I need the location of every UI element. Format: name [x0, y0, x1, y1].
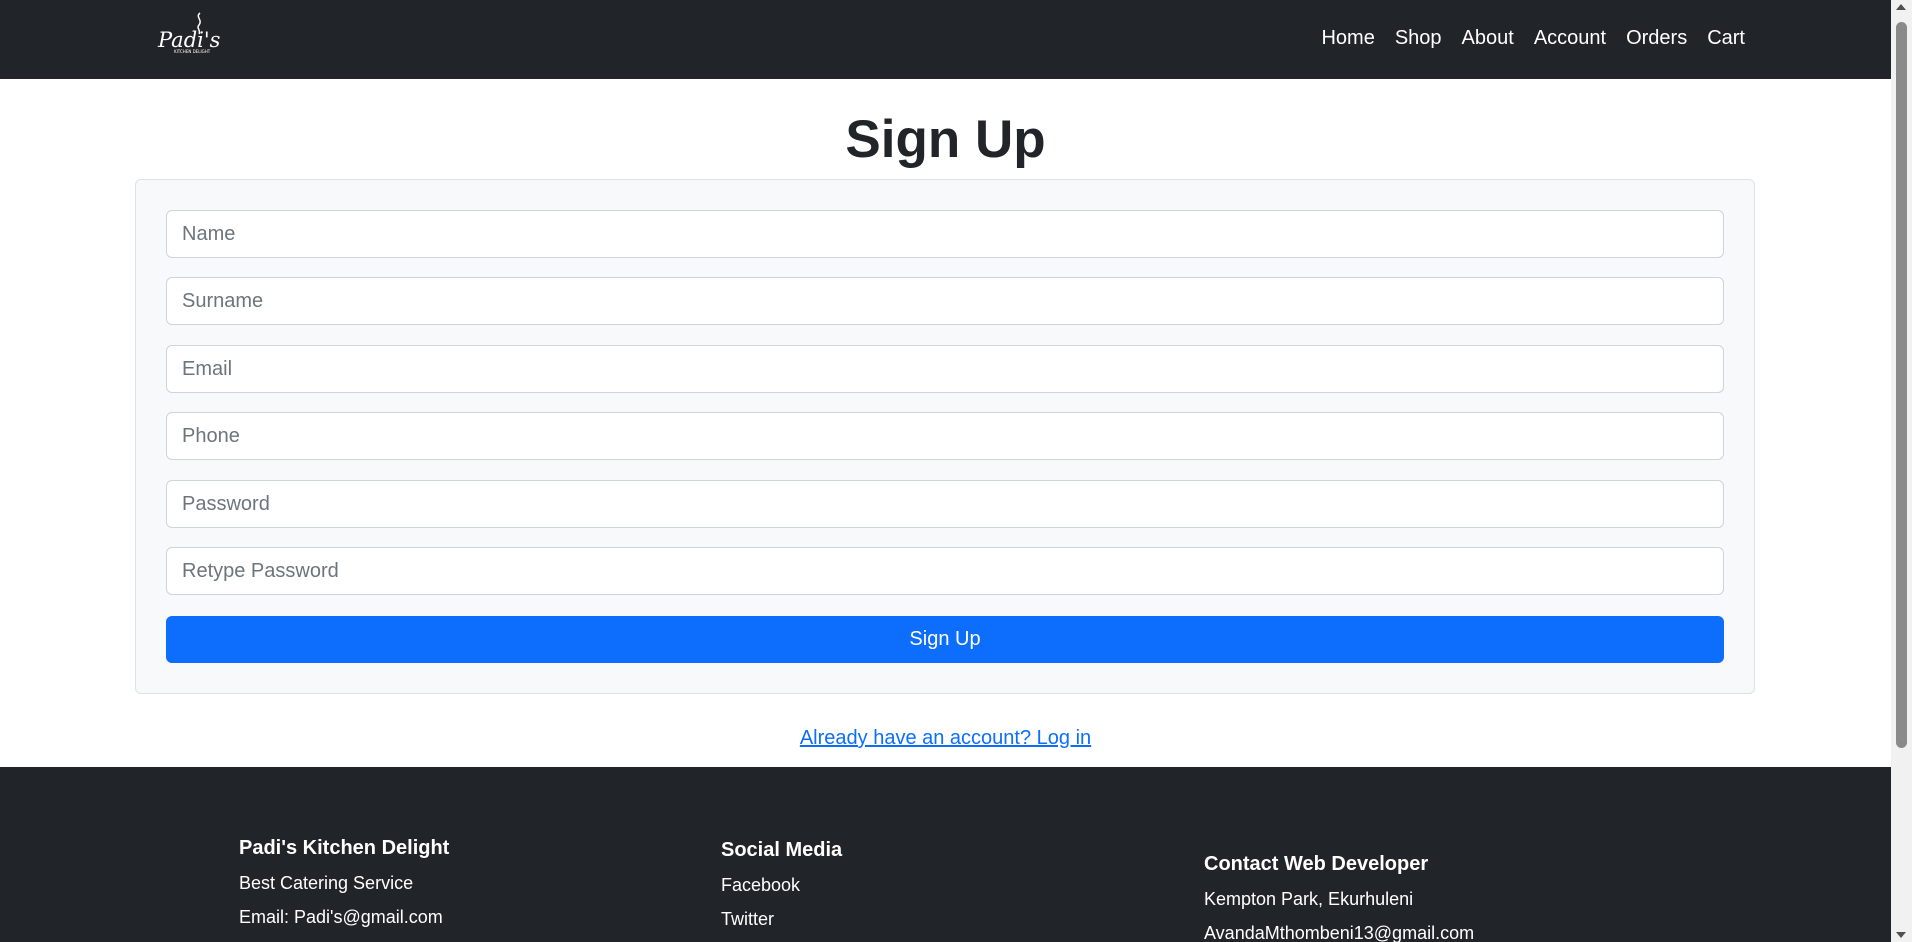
login-link[interactable]: Already have an account? Log in — [800, 727, 1091, 749]
email-input[interactable] — [166, 345, 1724, 393]
nav-about-link[interactable]: About — [1462, 25, 1514, 51]
footer-contact-email: AvandaMthombeni13@gmail.com — [1204, 923, 1475, 942]
footer-brand-email: Email: Padi's@gmail.com — [239, 907, 443, 927]
svg-text:KITCHEN DELIGHT: KITCHEN DELIGHT — [174, 49, 211, 54]
nav-account-link[interactable]: Account — [1534, 25, 1606, 51]
footer-twitter-link[interactable]: Twitter — [721, 907, 842, 931]
password-input[interactable] — [166, 480, 1724, 528]
nav-cart-link[interactable]: Cart — [1707, 25, 1745, 51]
nav-home-link[interactable]: Home — [1321, 25, 1374, 51]
surname-input[interactable] — [166, 277, 1724, 325]
brand-logo[interactable]: Padi's KITCHEN DELIGHT — [156, 10, 222, 54]
footer-contact-heading: Contact Web Developer — [1204, 853, 1429, 875]
main-nav: Home Shop About Account Orders Cart — [1321, 25, 1745, 51]
phone-input[interactable] — [166, 412, 1724, 460]
footer-contact-column: Contact Web Developer Kempton Park, Ekur… — [1204, 851, 1474, 942]
scroll-up-arrow-icon[interactable] — [1896, 4, 1906, 10]
nav-orders-link[interactable]: Orders — [1626, 25, 1687, 51]
page-scrollbar[interactable] — [1891, 0, 1912, 942]
scrollbar-thumb[interactable] — [1896, 22, 1907, 748]
footer-facebook-link[interactable]: Facebook — [721, 873, 842, 897]
footer-contact-location: Kempton Park, Ekurhuleni — [1204, 889, 1414, 909]
page-title: Sign Up — [845, 110, 1046, 169]
footer-social-heading: Social Media — [721, 839, 843, 861]
nav-shop-link[interactable]: Shop — [1395, 25, 1442, 51]
footer-social-column: Social Media Facebook Twitter — [721, 837, 842, 941]
footer-brand-column: Padi's Kitchen Delight Best Catering Ser… — [239, 835, 449, 939]
login-link-container: Already have an account? Log in — [0, 725, 1891, 751]
scroll-down-arrow-icon[interactable] — [1896, 932, 1906, 938]
signup-button[interactable]: Sign Up — [166, 616, 1724, 663]
footer-tagline: Best Catering Service — [239, 873, 414, 893]
footer-brand-heading: Padi's Kitchen Delight — [239, 837, 450, 859]
name-input[interactable] — [166, 210, 1724, 258]
signup-form: Sign Up — [135, 179, 1755, 694]
navbar: Padi's KITCHEN DELIGHT Home Shop About A… — [0, 0, 1891, 79]
retype-password-input[interactable] — [166, 547, 1724, 595]
footer: Padi's Kitchen Delight Best Catering Ser… — [0, 767, 1891, 942]
